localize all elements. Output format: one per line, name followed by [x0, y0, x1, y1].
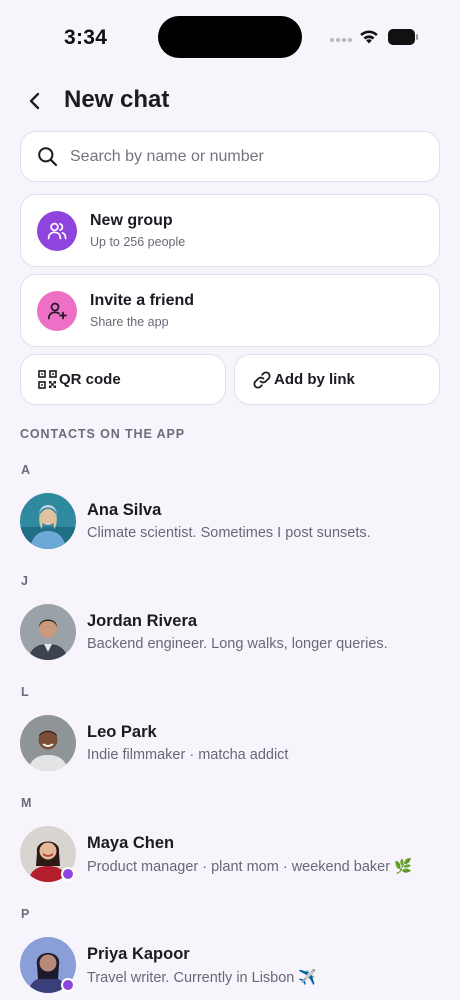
- invite-friend-title: Invite a friend: [90, 292, 195, 309]
- add-by-link-button[interactable]: Add by link: [234, 354, 440, 405]
- avatar: [20, 715, 76, 771]
- new-group-subtitle: Up to 256 people: [90, 235, 186, 249]
- chevron-left-icon: [29, 92, 40, 110]
- dynamic-island: [158, 16, 302, 58]
- back-button[interactable]: [18, 84, 52, 118]
- contact-row[interactable]: Ana Silva Climate scientist. Sometimes I…: [20, 493, 440, 549]
- new-group-card[interactable]: New group Up to 256 people: [20, 194, 440, 267]
- contact-name: Jordan Rivera: [87, 612, 198, 630]
- contact-bio: Climate scientist. Sometimes I post suns…: [87, 525, 371, 541]
- avatar: [20, 493, 76, 549]
- contact-name: Maya Chen: [87, 834, 175, 852]
- add-by-link-label: Add by link: [274, 371, 355, 388]
- avatar: [20, 604, 76, 660]
- contact-bio: Backend engineer. Long walks, longer que…: [87, 636, 388, 652]
- qr-code-label: QR code: [59, 371, 121, 388]
- cellular-signal-icon: [330, 38, 352, 42]
- contacts-section-title: CONTACTS ON THE APP: [20, 427, 186, 441]
- contact-row[interactable]: Leo Park Indie filmmaker · matcha addict: [20, 715, 440, 771]
- battery-icon: [388, 29, 418, 45]
- invite-friend-subtitle: Share the app: [90, 315, 169, 329]
- section-letter: M: [21, 796, 32, 810]
- contact-name: Ana Silva: [87, 501, 162, 519]
- status-bar: 3:34: [0, 0, 460, 70]
- contact-name: Priya Kapoor: [87, 945, 190, 963]
- qr-code-button[interactable]: QR code: [20, 354, 226, 405]
- group-icon: [37, 210, 77, 251]
- new-group-title: New group: [90, 212, 173, 229]
- section-letter: L: [21, 685, 29, 699]
- contact-name: Leo Park: [87, 723, 157, 741]
- search-input[interactable]: [70, 132, 439, 181]
- online-status-indicator: [61, 978, 75, 992]
- contact-bio: Product manager · plant mom · weekend ba…: [87, 859, 413, 875]
- online-status-indicator: [61, 867, 75, 881]
- contact-row[interactable]: Priya Kapoor Travel writer. Currently in…: [20, 937, 440, 993]
- qr-code-icon: [38, 370, 57, 389]
- search-bar[interactable]: [20, 131, 440, 182]
- person-add-icon: [37, 290, 77, 331]
- contact-bio: Travel writer. Currently in Lisbon ✈️: [87, 970, 317, 986]
- section-letter: P: [21, 907, 30, 921]
- section-letter: J: [21, 574, 28, 588]
- link-icon: [253, 370, 271, 389]
- contact-row[interactable]: Maya Chen Product manager · plant mom · …: [20, 826, 440, 882]
- section-letter: A: [21, 463, 31, 477]
- invite-friend-card[interactable]: Invite a friend Share the app: [20, 274, 440, 347]
- search-icon: [38, 147, 58, 167]
- status-time: 3:34: [64, 26, 108, 49]
- contact-bio: Indie filmmaker · matcha addict: [87, 747, 289, 763]
- contact-row[interactable]: Jordan Rivera Backend engineer. Long wal…: [20, 604, 440, 660]
- page-title: New chat: [64, 86, 170, 113]
- wifi-icon: [360, 30, 378, 44]
